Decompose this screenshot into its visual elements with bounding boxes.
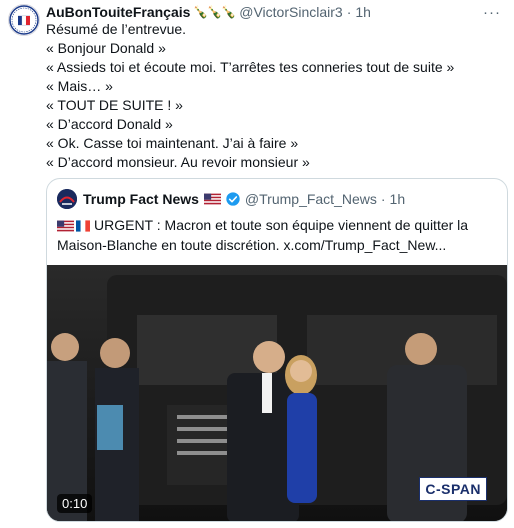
- tweet-line: « D’accord monsieur. Au revoir monsieur …: [46, 154, 310, 170]
- tweet-line: Résumé de l’entrevue.: [46, 21, 187, 37]
- tweet-text: Résumé de l’entrevue. « Bonjour Donald »…: [46, 20, 506, 172]
- tweet-line: « TOUT DE SUITE ! »: [46, 97, 183, 113]
- video-player[interactable]: 0:10 C-SPAN: [47, 265, 507, 521]
- separator-dot: ·: [380, 191, 386, 207]
- tweet-line: « Assieds toi et écoute moi. T’arrêtes t…: [46, 59, 455, 75]
- us-flag-icon: [203, 193, 221, 205]
- us-flag-icon: [57, 220, 74, 232]
- tweet-line: « Ok. Casse toi maintenant. J’ai à faire…: [46, 135, 299, 151]
- video-timestamp: 0:10: [57, 494, 93, 513]
- quoted-avatar[interactable]: [57, 189, 77, 209]
- quoted-header: Trump Fact News @Trump_Fact_News · 1h: [57, 189, 405, 209]
- quoted-text-line: URGENT : Macron et toute son équipe vien…: [94, 217, 469, 233]
- tweet-header: AuBonTouiteFrançais 🍾🍾🍾 @VictorSinclair3…: [46, 3, 371, 21]
- champagne-emoji: 🍾🍾🍾: [193, 5, 236, 19]
- cspan-watermark: C-SPAN: [419, 477, 487, 501]
- quoted-handle[interactable]: @Trump_Fact_News: [245, 191, 377, 207]
- author-handle[interactable]: @VictorSinclair3: [239, 4, 342, 20]
- person-blue-dress: [285, 355, 317, 503]
- more-options-icon[interactable]: ···: [482, 2, 502, 22]
- tweet-line: « Bonjour Donald »: [46, 40, 166, 56]
- verified-badge-icon: [226, 192, 240, 206]
- made-in-france-badge-icon: [9, 5, 39, 35]
- separator-dot: ·: [346, 4, 352, 20]
- quoted-author-name[interactable]: Trump Fact News: [83, 191, 199, 207]
- author-name[interactable]: AuBonTouiteFrançais: [46, 4, 190, 20]
- tweet-line: « D’accord Donald »: [46, 116, 173, 132]
- tweet[interactable]: AuBonTouiteFrançais 🍾🍾🍾 @VictorSinclair3…: [0, 0, 514, 528]
- france-flag-icon: [76, 220, 90, 232]
- tweet-line: « Mais… »: [46, 78, 113, 94]
- trump-fact-news-logo-icon: [57, 189, 77, 209]
- avatar[interactable]: [8, 4, 40, 36]
- quoted-text: URGENT : Macron et toute son équipe vien…: [57, 215, 497, 255]
- quoted-time[interactable]: 1h: [390, 191, 406, 207]
- tweet-time[interactable]: 1h: [355, 4, 371, 20]
- quoted-text-line: Maison-Blanche en toute discrétion. x.co…: [57, 237, 447, 253]
- quoted-tweet[interactable]: Trump Fact News @Trump_Fact_News · 1h UR…: [46, 178, 508, 522]
